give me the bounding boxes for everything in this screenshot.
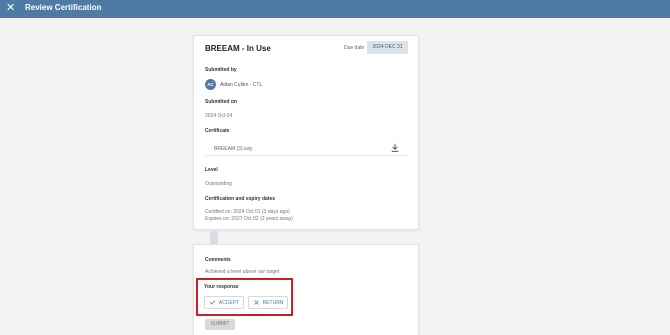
page-title: Review Certification [25,3,102,12]
level-value: Outstanding [205,181,232,187]
certified-on-value: Certified on: 2024 Oct 01 (3 days ago) [205,209,290,215]
avatar: AC [205,79,216,90]
your-response-label: Your response [204,284,239,290]
certification-card: BREEAM - In Use Due date 2024 DEC 31 Sub… [193,35,419,230]
certification-title: BREEAM - In Use [205,44,271,53]
expires-on-value: Expires on: 2027 Oct 02 (3 years away) [205,216,293,222]
download-icon[interactable] [390,143,400,153]
dates-label: Certification and expiry dates [205,196,276,202]
top-bar: ✕ Review Certification [0,0,670,18]
submitted-on-label: Submitted on [205,99,237,105]
close-icon[interactable]: ✕ [6,1,15,15]
comments-label: Comments [205,257,231,263]
certificate-file-name[interactable]: BREEAM (3).svg [214,146,252,152]
submit-button[interactable]: SUBMIT [205,319,235,330]
submitted-on-value: 2024 Oct 04 [205,113,233,119]
certificate-label: Certificate [205,128,230,134]
card-connector [210,231,218,244]
return-button-label: RETURN [262,299,284,306]
return-button[interactable]: RETURN [248,296,288,309]
certificate-file-row: BREEAM (3).svg [205,142,408,156]
accept-button-label: ACCEPT [218,299,240,306]
due-date-chip: 2024 DEC 31 [367,41,408,54]
level-label: Level [205,167,218,173]
close-icon [253,300,259,305]
submitted-by-label: Submitted by [205,67,237,73]
submitter-name: Aidan Cullen - CTL [220,82,263,88]
comment-text: Achieved a level above our target [205,269,280,275]
accept-button[interactable]: ACCEPT [204,296,244,309]
due-date-label: Due date [344,45,365,51]
check-icon [209,300,216,305]
